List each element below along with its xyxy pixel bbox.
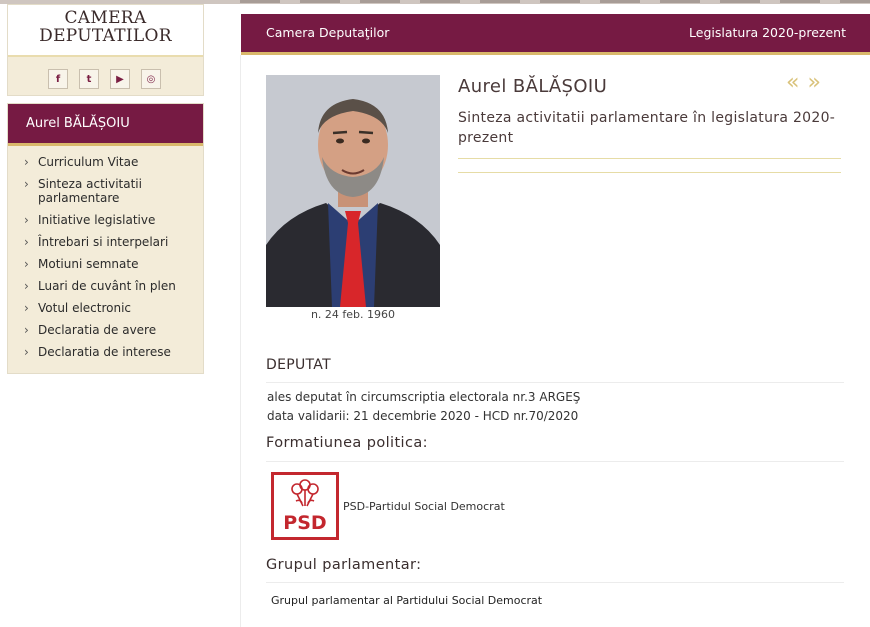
sidebar-item-label: Motiuni semnate <box>38 256 139 271</box>
sidebar-item-initiative[interactable]: › Initiative legislative <box>24 212 203 228</box>
chevron-right-icon: › <box>24 344 29 359</box>
logo-line-1: CAMERA <box>64 8 147 28</box>
divider <box>458 158 841 159</box>
deputy-name: Aurel BĂLĂȘOIU <box>458 76 608 97</box>
party-logo-text: PSD <box>283 512 326 534</box>
sidebar-item-label: Sinteza activitatii parlamentare <box>38 177 142 205</box>
sidebar: Aurel BĂLĂȘOIU › Curriculum Vitae › Sintez… <box>7 103 204 374</box>
column-divider <box>240 55 241 627</box>
chevron-right-icon: › <box>24 234 29 249</box>
chevron-right-icon: › <box>24 155 29 169</box>
sidebar-item-label: Initiative legislative <box>38 212 156 227</box>
header-legislature-link[interactable]: Legislatura 2020-prezent <box>689 25 846 40</box>
sidebar-menu: › Curriculum Vitae › Sinteza activitatii p… <box>8 146 203 359</box>
parliamentary-group-link[interactable]: Grupul parlamentar al Partidului Social … <box>271 594 542 607</box>
sidebar-title[interactable]: Aurel BĂLĂȘOIU <box>8 104 203 146</box>
chevron-right-icon: › <box>24 322 29 337</box>
sidebar-item-label: Curriculum Vitae <box>38 155 139 169</box>
chevron-right-icon: › <box>24 256 29 271</box>
chevron-right-icon: › <box>24 278 29 293</box>
party-name[interactable]: PSD-Partidul Social Democrat <box>343 500 505 513</box>
main-header-bar: Camera Deputaţilor Legislatura 2020-prez… <box>241 14 870 55</box>
party-logo[interactable]: PSD <box>271 472 339 540</box>
sidebar-item-vot-electronic[interactable]: › Votul electronic <box>24 300 203 316</box>
divider <box>266 382 844 383</box>
chevron-right-icon: › <box>24 212 29 227</box>
page-title: Sinteza activitatii parlamentare în legi… <box>458 110 836 146</box>
instagram-icon[interactable]: ◎ <box>141 69 161 89</box>
sidebar-item-declaratia-interese[interactable]: › Declaratia de interese <box>24 344 203 360</box>
sidebar-item-luari-cuvant[interactable]: › Luari de cuvânt în plen <box>24 278 203 294</box>
twitter-icon[interactable]: t <box>79 69 99 89</box>
sidebar-item-label: Votul electronic <box>38 300 132 315</box>
divider <box>266 461 844 462</box>
sidebar-item-intrebari[interactable]: › Întrebari si interpelari <box>24 234 203 250</box>
chevron-right-icon: › <box>24 177 29 191</box>
profile-nav: «» <box>786 70 829 95</box>
divider <box>266 582 844 583</box>
sidebar-item-curriculum-vitae[interactable]: › Curriculum Vitae <box>24 155 203 170</box>
birth-date: n. 24 feb. 1960 <box>310 308 396 321</box>
deputy-photo <box>266 75 440 307</box>
logo-box: CAMERA DEPUTATILOR f t ▶ ◎ <box>7 4 204 96</box>
youtube-icon[interactable]: ▶ <box>110 69 130 89</box>
sidebar-item-sinteza[interactable]: › Sinteza activitatii parlamentare <box>24 177 203 205</box>
page: CAMERA DEPUTATILOR f t ▶ ◎ Aurel BĂLĂȘOI… <box>0 0 870 627</box>
divider <box>458 172 841 173</box>
facebook-icon[interactable]: f <box>48 69 68 89</box>
sidebar-item-motiuni[interactable]: › Motiuni semnate <box>24 256 203 272</box>
sidebar-item-declaratia-avere[interactable]: › Declaratia de avere <box>24 322 203 338</box>
parliamentary-group-heading: Grupul parlamentar: <box>266 557 422 573</box>
sidebar-item-label: Declaratia de interese <box>38 344 171 359</box>
chevron-right-icon: › <box>24 300 29 315</box>
previous-arrow-icon[interactable]: « <box>786 70 807 95</box>
validation-text: data validarii: 21 decembrie 2020 - HCD … <box>267 409 579 423</box>
header-chamber-link[interactable]: Camera Deputaţilor <box>266 25 389 40</box>
logo-line-2: DEPUTATILOR <box>39 26 172 46</box>
next-arrow-icon[interactable]: » <box>807 70 828 95</box>
political-formation-heading: Formatiunea politica: <box>266 435 428 451</box>
social-links: f t ▶ ◎ <box>48 69 161 89</box>
circumscription-text: ales deputat în circumscriptia electoral… <box>267 390 581 404</box>
site-logo[interactable]: CAMERA DEPUTATILOR <box>8 5 203 57</box>
sidebar-item-label: Declaratia de avere <box>38 322 157 337</box>
sidebar-item-label: Luari de cuvânt în plen <box>38 278 176 293</box>
deputat-heading: DEPUTAT <box>266 357 331 373</box>
sidebar-item-label: Întrebari si interpelari <box>38 234 169 249</box>
